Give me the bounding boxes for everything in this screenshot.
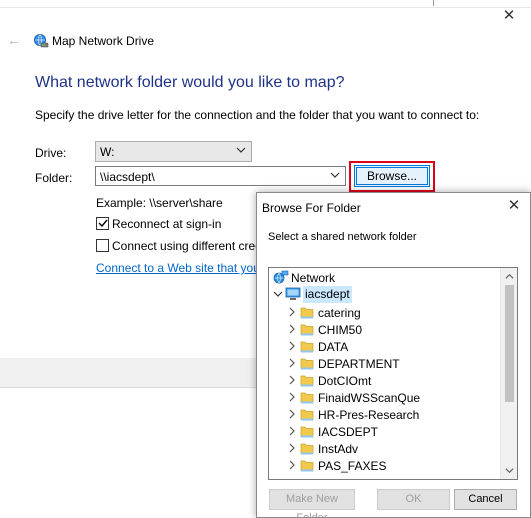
chevron-right-icon[interactable] [287, 443, 297, 453]
different-credentials-checkbox[interactable] [96, 239, 109, 252]
chevron-right-icon[interactable] [287, 341, 297, 351]
chevron-right-icon[interactable] [287, 324, 297, 334]
chevron-right-icon[interactable] [287, 375, 297, 385]
make-new-folder-button[interactable]: Make New Folder [269, 489, 355, 517]
dialog-title: Browse For Folder [262, 201, 361, 215]
dialog-prompt: Select a shared network folder [268, 231, 417, 243]
folder-path-value: \\iacsdept\ [100, 170, 155, 184]
tree-item-label: DATA [318, 340, 349, 354]
tree-item-label: Network [291, 271, 336, 285]
ok-button[interactable]: OK [377, 489, 450, 510]
tree-item-label: HR-Pres-Research [318, 408, 420, 422]
window-top-edge [0, 0, 531, 8]
tree-item-label: catering [318, 306, 361, 320]
shared-folder-icon [300, 409, 314, 421]
example-text: Example: \\server\share [96, 196, 223, 210]
shared-folder-icon [300, 324, 314, 336]
shared-folder-icon [300, 426, 314, 438]
tree-item-label: iacsdept [303, 286, 352, 303]
tree-item-label: InstAdv [318, 442, 359, 456]
checkmark-icon [98, 219, 108, 228]
different-credentials-label[interactable]: Connect using different credent [112, 239, 279, 253]
tree-item-label: DEPARTMENT [318, 357, 400, 371]
shared-folder-icon [300, 341, 314, 353]
chevron-right-icon[interactable] [287, 409, 297, 419]
drive-letter-dropdown[interactable]: W: [95, 141, 252, 162]
tree-item-label: PAS_FAXES [318, 459, 387, 473]
tree-scrollbar[interactable] [500, 268, 517, 479]
instruction-text: Specify the drive letter for the connect… [35, 108, 480, 122]
folder-path-combobox[interactable]: \\iacsdept\ [95, 166, 346, 186]
browse-button[interactable]: Browse... [354, 165, 430, 187]
close-icon[interactable]: ✕ [506, 198, 522, 214]
computer-icon [285, 287, 301, 300]
chevron-down-icon [236, 147, 246, 153]
chevron-down-icon[interactable] [273, 289, 283, 299]
shared-folder-icon [300, 443, 314, 455]
chevron-right-icon[interactable] [287, 426, 297, 436]
page-heading: What network folder would you like to ma… [35, 74, 345, 91]
shared-folder-icon [300, 375, 314, 387]
reconnect-checkbox[interactable] [96, 217, 109, 230]
scroll-up-icon[interactable] [505, 272, 514, 281]
back-arrow-icon[interactable]: ← [7, 33, 21, 47]
shared-folder-icon [300, 460, 314, 472]
window-title: Map Network Drive [52, 34, 155, 48]
chevron-right-icon[interactable] [287, 307, 297, 317]
close-icon[interactable]: ✕ [501, 8, 517, 24]
tree-item-label: FinaidWSScanQue [318, 391, 421, 405]
top-edge-divider [433, 0, 445, 6]
chevron-right-icon[interactable] [287, 392, 297, 402]
shared-folder-icon [300, 307, 314, 319]
shared-folder-icon [300, 358, 314, 370]
chevron-right-icon[interactable] [287, 460, 297, 470]
connect-website-link[interactable]: Connect to a Web site that you can [96, 261, 283, 275]
reconnect-label[interactable]: Reconnect at sign-in [112, 217, 221, 231]
shared-folder-icon [300, 392, 314, 404]
tree-item-label: CHIM50 [318, 323, 363, 337]
drive-letter-value: W: [100, 145, 115, 159]
network-icon [273, 270, 289, 284]
chevron-right-icon[interactable] [287, 358, 297, 368]
folder-tree[interactable]: Network iacsdept catering CHIM50 DATA DE… [268, 267, 518, 480]
folder-label: Folder: [35, 171, 73, 185]
browse-for-folder-dialog: Browse For Folder ✕ Select a shared netw… [256, 192, 531, 518]
tree-item-label: IACSDEPT [318, 425, 379, 439]
chevron-down-icon[interactable] [330, 170, 340, 180]
scrollbar-thumb[interactable] [505, 285, 514, 402]
drive-label: Drive: [35, 146, 67, 160]
cancel-button[interactable]: Cancel [454, 489, 517, 510]
tree-item-label: DotCIOmt [318, 374, 372, 388]
scroll-down-icon[interactable] [505, 466, 514, 475]
network-drive-icon [34, 34, 49, 48]
